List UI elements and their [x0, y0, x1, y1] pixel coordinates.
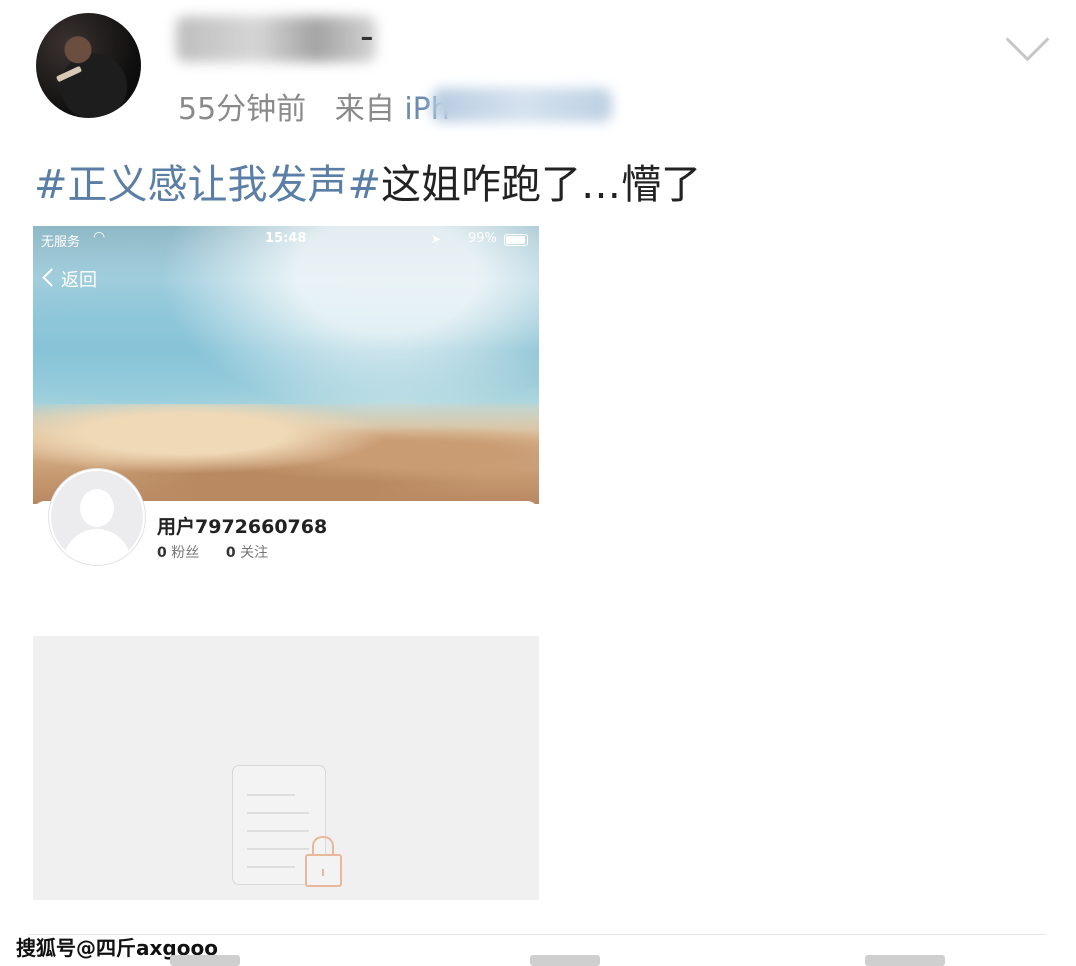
author-name-blurred[interactable] — [176, 16, 376, 62]
post-image-1[interactable]: 无服务 ◠ 15:48 ➤ 99% 返回 用户7972660768 0 粉丝 0… — [33, 226, 539, 578]
repost-action[interactable] — [170, 955, 240, 966]
chevron-left-icon — [42, 268, 61, 287]
status-time: 15:48 — [265, 231, 307, 246]
author-avatar[interactable] — [36, 13, 141, 118]
followers-label: 粉丝 — [171, 545, 200, 561]
post-time: 55分钟前 — [178, 92, 307, 127]
carrier-label: 无服务 — [41, 235, 81, 250]
author-name[interactable]: - — [360, 14, 375, 58]
back-button[interactable]: 返回 — [42, 266, 97, 292]
followers-count: 0 — [157, 545, 167, 561]
post-image-2-locked[interactable] — [33, 636, 539, 900]
chevron-down-icon[interactable] — [1005, 17, 1050, 62]
post-text: #正义感让我发声#这姐咋跑了…懵了 — [34, 152, 701, 210]
action-bar — [0, 955, 1076, 966]
post-body: 这姐咋跑了…懵了 — [381, 162, 702, 208]
default-avatar-icon — [49, 469, 145, 565]
status-bar: 无服务 ◠ 15:48 ➤ 99% — [33, 226, 539, 252]
following-count: 0 — [225, 545, 236, 561]
wifi-icon: ◠ — [93, 229, 106, 245]
like-action[interactable] — [865, 955, 945, 966]
profile-username: 用户7972660768 — [157, 516, 328, 538]
profile-stats: 0 粉丝 0 关注 — [157, 542, 268, 562]
lock-icon — [305, 836, 342, 887]
battery-percent: 99% — [468, 231, 497, 246]
post-source-prefix: 来自 — [334, 92, 395, 127]
location-arrow-icon: ➤ — [431, 232, 442, 246]
following-label: 关注 — [240, 545, 269, 561]
battery-icon — [504, 234, 528, 246]
back-label: 返回 — [61, 270, 97, 291]
comment-action[interactable] — [530, 955, 600, 966]
source-device-blurred — [432, 88, 612, 122]
post-meta: 55分钟前 来自 iPh — [178, 84, 450, 128]
hashtag-link[interactable]: #正义感让我发声# — [34, 162, 381, 208]
